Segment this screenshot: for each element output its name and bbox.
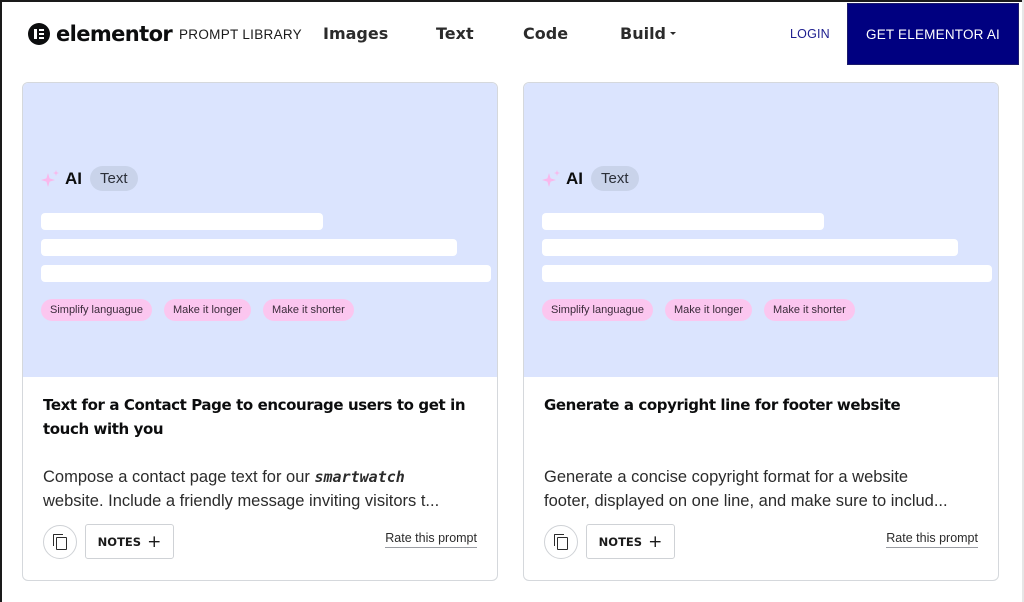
brand-name: elementor bbox=[56, 22, 173, 46]
card-body: Generate a copyright line for footer web… bbox=[544, 393, 978, 513]
chip-make-shorter: Make it shorter bbox=[263, 299, 354, 321]
chip-make-shorter: Make it shorter bbox=[764, 299, 855, 321]
notes-label: NOTES bbox=[598, 534, 643, 549]
ai-header: AI Text bbox=[39, 166, 138, 191]
card-title: Generate a copyright line for footer web… bbox=[544, 396, 901, 414]
description-text: footer, displayed on one line, and make … bbox=[544, 492, 948, 510]
sparkle-icon bbox=[41, 169, 59, 187]
plus-icon: + bbox=[648, 531, 663, 552]
skeleton-line bbox=[542, 213, 824, 230]
card-preview: AI Text Simplify languague Make it longe… bbox=[23, 83, 497, 377]
ai-label: AI bbox=[566, 168, 583, 188]
notes-label: NOTES bbox=[97, 534, 142, 549]
prompt-card[interactable]: AI Text Simplify languague Make it longe… bbox=[523, 82, 999, 581]
notes-button[interactable]: NOTES + bbox=[586, 524, 675, 559]
nav-build[interactable]: Build bbox=[620, 24, 677, 43]
prompt-library-link[interactable]: PROMPT LIBRARY bbox=[179, 27, 302, 42]
description-text: Generate a concise copyright format for … bbox=[544, 468, 909, 486]
chip-simplify-language: Simplify languague bbox=[542, 299, 653, 321]
card-title: Text for a Contact Page to encourage use… bbox=[43, 396, 466, 438]
sparkle-icon bbox=[542, 169, 560, 187]
prompt-card[interactable]: AI Text Simplify languague Make it longe… bbox=[22, 82, 498, 581]
nav-code[interactable]: Code bbox=[523, 24, 568, 43]
card-description: Compose a contact page text for our smar… bbox=[43, 465, 477, 513]
rate-prompt-link[interactable]: Rate this prompt bbox=[385, 531, 477, 548]
rate-prompt-link[interactable]: Rate this prompt bbox=[886, 531, 978, 548]
copy-icon bbox=[53, 534, 67, 550]
skeleton-line bbox=[41, 239, 457, 256]
card-preview: AI Text Simplify languague Make it longe… bbox=[524, 83, 998, 377]
chip-simplify-language: Simplify languague bbox=[41, 299, 152, 321]
elementor-logo[interactable]: elementor bbox=[28, 22, 173, 46]
nav-build-label: Build bbox=[620, 24, 667, 43]
skeleton-line bbox=[41, 213, 323, 230]
copy-button[interactable] bbox=[544, 525, 578, 559]
ai-label: AI bbox=[65, 168, 82, 188]
ai-header: AI Text bbox=[540, 166, 639, 191]
card-actions: NOTES + Rate this prompt bbox=[544, 524, 978, 559]
copy-icon bbox=[554, 534, 568, 550]
caret-down-icon bbox=[670, 31, 677, 35]
description-code: smartwatch bbox=[314, 468, 405, 486]
skeleton-line bbox=[542, 265, 992, 282]
card-description: Generate a concise copyright format for … bbox=[544, 465, 978, 513]
elementor-logo-icon bbox=[28, 23, 50, 45]
suggestion-chips: Simplify languague Make it longer Make i… bbox=[542, 299, 855, 321]
nav-images[interactable]: Images bbox=[323, 24, 388, 43]
login-link[interactable]: LOGIN bbox=[790, 27, 830, 41]
description-text: Compose a contact page text for our bbox=[43, 468, 315, 486]
chip-make-longer: Make it longer bbox=[664, 299, 753, 321]
plus-icon: + bbox=[147, 531, 162, 552]
description-text: website. Include a friendly message invi… bbox=[43, 492, 440, 510]
suggestion-chips: Simplify languague Make it longer Make i… bbox=[41, 299, 354, 321]
site-header: elementor PROMPT LIBRARY Images Text Cod… bbox=[0, 0, 1024, 68]
card-body: Text for a Contact Page to encourage use… bbox=[43, 393, 477, 513]
get-elementor-ai-button[interactable]: GET ELEMENTOR AI bbox=[847, 3, 1019, 65]
type-chip: Text bbox=[90, 166, 138, 191]
notes-button[interactable]: NOTES + bbox=[85, 524, 174, 559]
skeleton-line bbox=[542, 239, 958, 256]
nav-text[interactable]: Text bbox=[436, 24, 474, 43]
chip-make-longer: Make it longer bbox=[163, 299, 252, 321]
copy-button[interactable] bbox=[43, 525, 77, 559]
skeleton-line bbox=[41, 265, 491, 282]
card-actions: NOTES + Rate this prompt bbox=[43, 524, 477, 559]
type-chip: Text bbox=[591, 166, 639, 191]
